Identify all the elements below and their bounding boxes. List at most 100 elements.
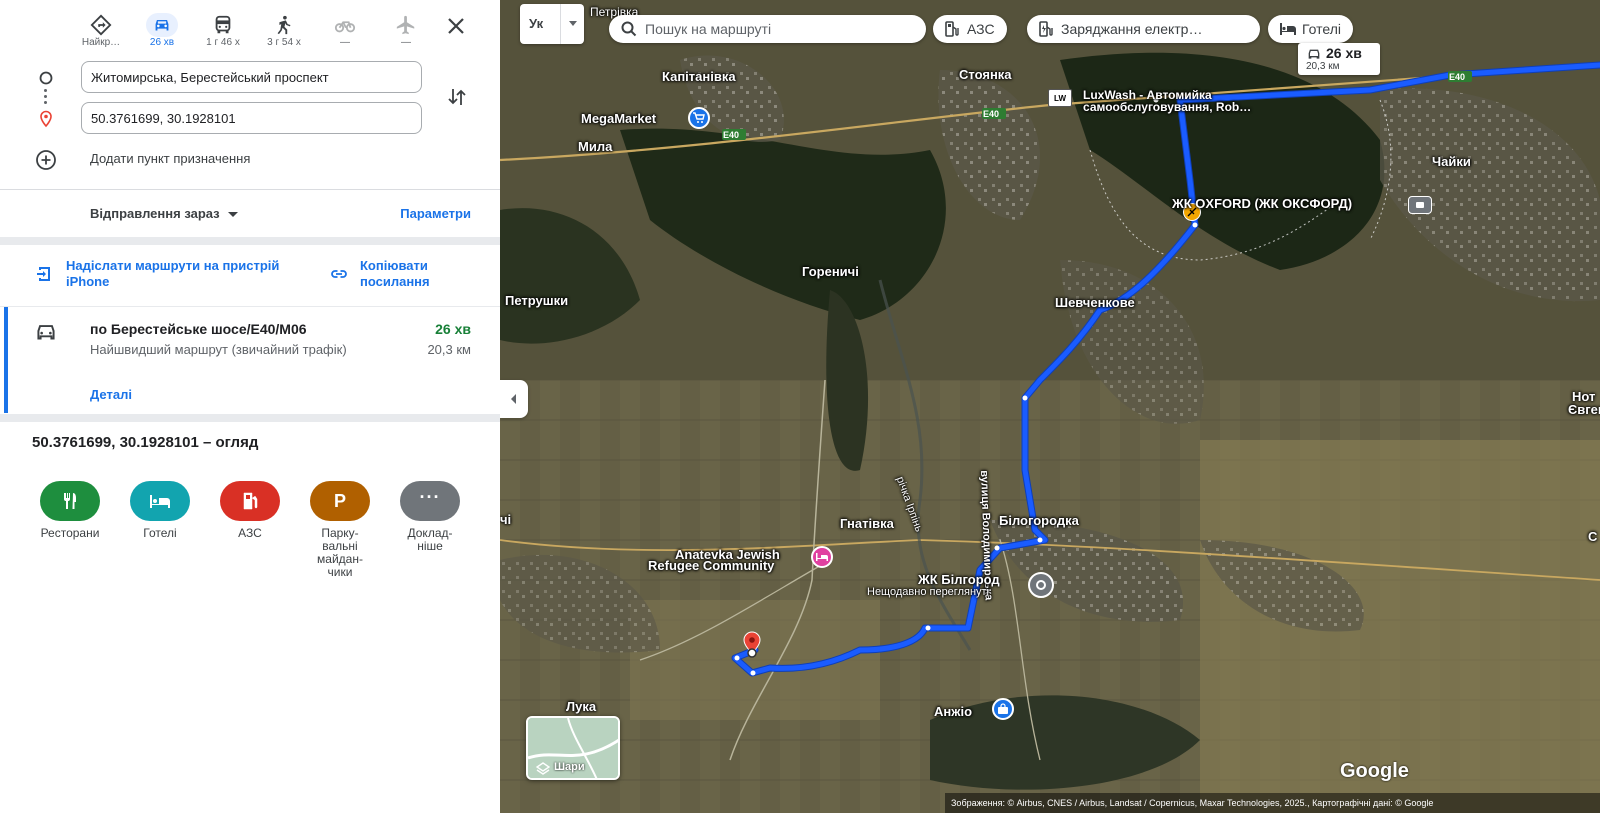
directions-panel: Найкр… 26 хв 1 г 46 х 3 г 54 х — — Житом…: [0, 0, 500, 813]
place-label[interactable]: чі: [500, 513, 511, 526]
category-label: Готелі: [143, 526, 177, 540]
chip-ev-label: Заряджання електр…: [1061, 21, 1203, 37]
map-imagery: [500, 0, 1600, 813]
mode-best[interactable]: Найкр…: [75, 10, 127, 50]
bus-icon: [215, 15, 231, 34]
best-route-icon: [90, 14, 112, 36]
chip-gas[interactable]: АЗС: [933, 15, 1007, 43]
category-label: Ресторани: [40, 526, 100, 540]
map-attribution: Зображення: © Airbus, CNES / Airbus, Lan…: [945, 793, 1600, 813]
caret-down-icon: [569, 21, 577, 26]
place-label[interactable]: Євген: [1568, 403, 1600, 416]
collapse-panel-button[interactable]: [500, 380, 528, 418]
shopping-cart-icon[interactable]: [688, 107, 710, 129]
layers-button[interactable]: Шари: [526, 716, 620, 780]
category-restaurants[interactable]: Ресторани: [30, 481, 110, 540]
chip-hotels[interactable]: Готелі: [1268, 15, 1353, 43]
hotel-icon[interactable]: [811, 546, 833, 568]
place-label[interactable]: MegaMarket: [581, 112, 656, 125]
category-label: Доклад-ніше: [407, 526, 453, 553]
depart-now-dropdown[interactable]: Відправлення зараз: [90, 206, 238, 221]
mode-flight[interactable]: —: [380, 10, 432, 50]
place-label[interactable]: С: [1588, 530, 1597, 543]
place-label[interactable]: Чайки: [1432, 155, 1471, 168]
origin-circle-icon: [39, 71, 53, 85]
place-label[interactable]: Мила: [578, 140, 612, 153]
chip-hotels-label: Готелі: [1302, 21, 1341, 37]
overview-title: 50.3761699, 30.1928101 – огляд: [32, 434, 259, 451]
place-label[interactable]: Стоянка: [959, 68, 1012, 81]
mode-bike[interactable]: —: [319, 10, 371, 50]
route-dots-icon: [44, 89, 48, 105]
language-dropdown-arrow[interactable]: [560, 4, 584, 44]
category-parking[interactable]: P Парку-вальні майдан-чики: [300, 481, 380, 579]
e40-label: E40: [1449, 72, 1466, 82]
ev-charging-icon: [1039, 21, 1053, 37]
mode-walk[interactable]: 3 г 54 х: [258, 10, 310, 50]
category-gas[interactable]: АЗС: [210, 481, 290, 540]
route-option[interactable]: по Берестейське шосе/E40/M06 26 хв Найшв…: [0, 306, 500, 413]
place-label[interactable]: Гореничі: [802, 265, 859, 278]
gas-station-icon: [220, 481, 280, 521]
shopping-bag-icon[interactable]: [992, 698, 1014, 720]
category-more[interactable]: ··· Доклад-ніше: [390, 481, 470, 553]
mode-transit[interactable]: 1 г 46 х: [197, 10, 249, 50]
place-label[interactable]: Гнатівка: [840, 517, 894, 530]
bicycle-icon: [334, 21, 356, 33]
route-details-link[interactable]: Деталі: [90, 387, 132, 402]
add-destination-button[interactable]: Додати пункт призначення: [90, 151, 250, 166]
category-label: АЗС: [238, 526, 262, 540]
e40-label: E40: [723, 130, 740, 140]
options-button[interactable]: Параметри: [400, 206, 471, 221]
luxwash-logo[interactable]: LW: [1048, 89, 1072, 107]
place-label[interactable]: самообслуговування, Rob…: [1083, 101, 1251, 114]
mode-car[interactable]: 26 хв: [136, 10, 188, 50]
add-circle-icon[interactable]: [35, 149, 57, 171]
origin-input[interactable]: Житомирська, Берестейський проспект: [81, 61, 422, 93]
chip-ev-charging[interactable]: Заряджання електр…: [1027, 15, 1260, 43]
e40-label: E40: [983, 109, 1000, 119]
place-label[interactable]: Refugee Community: [648, 559, 774, 572]
route-title: по Берестейське шосе/E40/M06: [90, 321, 307, 337]
route-duration: 26 хв: [435, 321, 471, 337]
close-icon[interactable]: [443, 13, 469, 39]
place-label[interactable]: Анжіо: [934, 705, 972, 718]
destination-input[interactable]: 50.3761699, 30.1928101: [81, 102, 422, 134]
layers-label: Шари: [554, 761, 585, 773]
layers-icon: [536, 762, 550, 775]
mode-bike-label: —: [340, 37, 350, 48]
route-search-input[interactable]: [645, 19, 915, 39]
more-icon: ···: [400, 481, 460, 521]
place-label[interactable]: Петрушки: [505, 294, 568, 307]
route-search-box[interactable]: [609, 15, 926, 43]
gas-station-icon: [945, 21, 959, 37]
place-label[interactable]: ЖК Білгород: [918, 573, 1000, 586]
google-logo: Google: [1340, 760, 1409, 782]
satellite-map[interactable]: E40 E40 E40 Ук АЗС Заряджання електр… Го…: [500, 0, 1600, 813]
language-toggle[interactable]: Ук: [520, 4, 584, 44]
place-label[interactable]: Капітанівка: [662, 70, 736, 83]
place-label[interactable]: ЖК OXFORD (ЖК ОКСФОРД): [1172, 197, 1352, 210]
place-label[interactable]: Лука: [566, 700, 596, 713]
building-icon[interactable]: [1408, 196, 1432, 214]
mode-best-label: Найкр…: [81, 37, 121, 48]
separator: [0, 414, 500, 422]
send-to-phone-icon: [37, 267, 50, 281]
place-label[interactable]: Білогородка: [999, 514, 1079, 527]
car-icon: [1308, 49, 1320, 59]
caret-down-icon: [227, 212, 238, 218]
callout-duration: 26 хв: [1326, 45, 1362, 61]
travel-mode-bar: Найкр… 26 хв 1 г 46 х 3 г 54 х — —: [75, 10, 495, 50]
mode-flight-label: —: [401, 37, 411, 48]
route-time-callout[interactable]: 26 хв 20,3 км: [1298, 43, 1380, 75]
place-label[interactable]: Шевченкове: [1055, 296, 1135, 309]
airplane-icon: [396, 15, 415, 35]
mode-car-label: 26 хв: [149, 37, 175, 48]
mode-walk-label: 3 г 54 х: [267, 37, 301, 48]
send-to-phone-link[interactable]: Надіслати маршрути на пристрій iPhone: [66, 258, 306, 290]
recently-viewed-icon[interactable]: [1028, 572, 1054, 598]
category-hotels[interactable]: Готелі: [120, 481, 200, 540]
mode-transit-label: 1 г 46 х: [206, 37, 240, 48]
swap-icon[interactable]: [446, 86, 468, 108]
copy-link-button[interactable]: Копіювати посилання: [360, 258, 470, 290]
